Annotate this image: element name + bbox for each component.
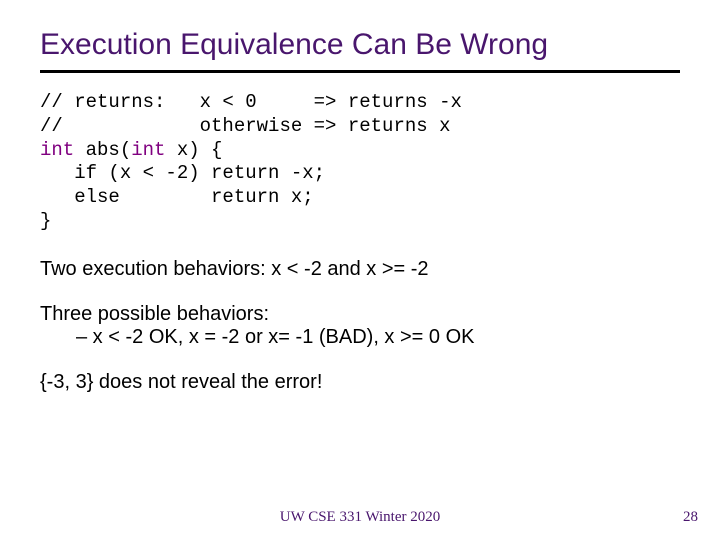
title-rule: [40, 70, 680, 73]
code-line-6: }: [40, 210, 51, 232]
code-line-3-mid: abs(: [74, 139, 131, 161]
paragraph-2: Three possible behaviors: – x < -2 OK, x…: [40, 303, 680, 349]
code-line-4: if (x < -2) return -x;: [40, 162, 325, 184]
code-line-1: // returns: x < 0 => returns -x: [40, 91, 462, 113]
paragraph-2-lead: Three possible behaviors:: [40, 303, 269, 325]
code-line-3: int abs(int x) {: [40, 139, 222, 161]
paragraph-2-sub: – x < -2 OK, x = -2 or x= -1 (BAD), x >=…: [76, 326, 474, 348]
keyword-int-2: int: [131, 139, 165, 161]
footer-text: UW CSE 331 Winter 2020: [0, 509, 720, 526]
slide: Execution Equivalence Can Be Wrong // re…: [0, 0, 720, 540]
code-line-2: // otherwise => returns x: [40, 115, 450, 137]
paragraph-1: Two execution behaviors: x < -2 and x >=…: [40, 258, 680, 281]
keyword-int-1: int: [40, 139, 74, 161]
code-line-3-end: x) {: [165, 139, 222, 161]
code-line-5: else return x;: [40, 186, 314, 208]
slide-title: Execution Equivalence Can Be Wrong: [40, 28, 680, 62]
paragraph-3: {-3, 3} does not reveal the error!: [40, 371, 680, 394]
code-block: // returns: x < 0 => returns -x // other…: [40, 91, 680, 234]
page-number: 28: [683, 509, 698, 526]
